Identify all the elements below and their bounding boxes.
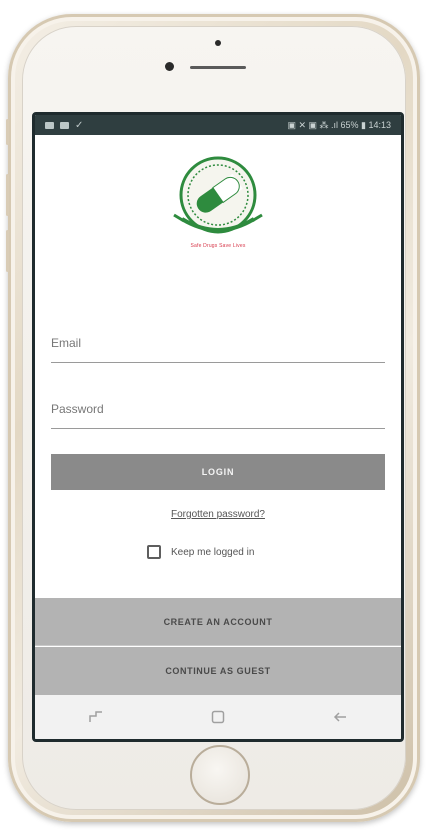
home-icon [211, 710, 225, 724]
phone-volume-down-button [6, 230, 9, 272]
phone-volume-up-button [6, 174, 9, 216]
status-notifications: ✓ [45, 120, 83, 131]
email-input[interactable] [51, 336, 385, 350]
phone-home-button[interactable] [190, 745, 250, 805]
continue-as-guest-button[interactable]: CONTINUE AS GUEST [35, 647, 401, 695]
login-button[interactable]: LOGIN [51, 454, 385, 490]
logo-tagline: Safe Drugs Save Lives [190, 243, 246, 249]
earpiece-speaker [190, 66, 246, 69]
create-account-button[interactable]: CREATE AN ACCOUNT [35, 598, 401, 646]
password-input[interactable] [51, 402, 385, 416]
keep-logged-in-row[interactable]: Keep me logged in [147, 545, 254, 559]
gallery-notification-icon [60, 121, 69, 129]
recent-apps-button[interactable] [76, 702, 116, 732]
status-system: ▣ ✕ ▣ ⁂ .ıl 65% ▮ 14:13 [287, 120, 391, 131]
twitter-notification-icon: ✓ [75, 119, 84, 131]
front-sensor [215, 40, 221, 46]
app-screen: ✓ ▣ ✕ ▣ ⁂ .ıl 65% ▮ 14:13 Safe Drugs Sav… [32, 112, 404, 742]
email-field[interactable] [51, 322, 385, 363]
logo-area: Safe Drugs Save Lives [35, 155, 401, 249]
home-button[interactable] [198, 702, 238, 732]
pill-logo-icon [173, 156, 263, 234]
recent-apps-icon [89, 711, 102, 722]
back-button[interactable] [320, 702, 360, 732]
app-logo [168, 155, 268, 241]
keep-logged-in-checkbox[interactable] [147, 545, 161, 559]
status-text: ▣ ✕ ▣ ⁂ .ıl 65% ▮ 14:13 [287, 119, 391, 130]
front-camera [165, 62, 174, 71]
status-bar: ✓ ▣ ✕ ▣ ⁂ .ıl 65% ▮ 14:13 [35, 115, 401, 135]
back-icon [333, 712, 346, 722]
image-notification-icon [45, 121, 54, 129]
password-field[interactable] [51, 388, 385, 429]
phone-side-button [6, 119, 9, 145]
keep-logged-in-label: Keep me logged in [171, 546, 255, 558]
forgot-password-link[interactable]: Forgotten password? [35, 509, 401, 520]
android-nav-bar [35, 695, 401, 739]
